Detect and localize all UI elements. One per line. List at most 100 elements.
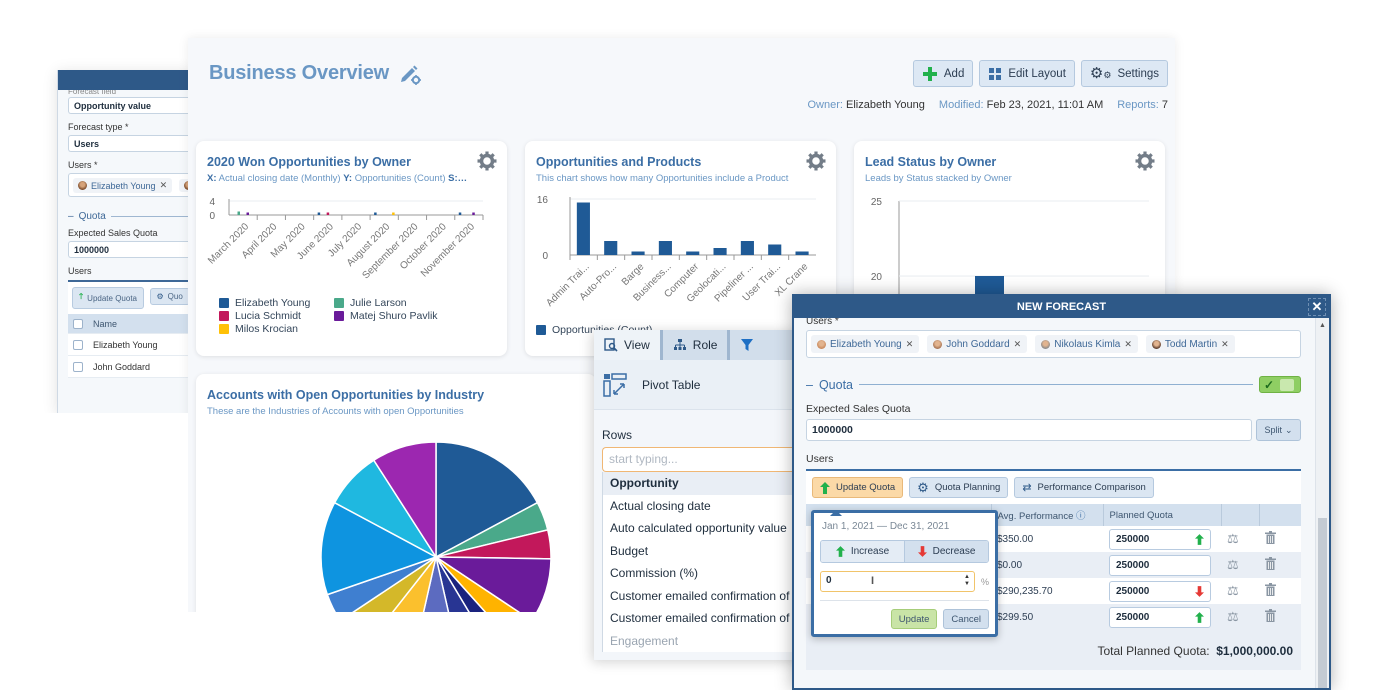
quota-planning-button[interactable]: ⚙ Quota Planning <box>909 477 1009 498</box>
update-button[interactable]: Update <box>890 609 938 629</box>
scrollbar-thumb[interactable] <box>1318 518 1327 688</box>
remove-icon[interactable]: ✕ <box>1124 339 1132 350</box>
field-list-item[interactable]: Commission (%) <box>603 562 804 585</box>
planned-quota-input[interactable]: 250000 <box>1109 580 1211 602</box>
remove-icon[interactable]: ✕ <box>1221 339 1229 350</box>
gear-icon[interactable] <box>806 151 826 171</box>
decrease-button[interactable]: Decrease <box>904 541 988 562</box>
y-tick-label: 0 <box>209 211 215 222</box>
quota-planning-button[interactable]: ⚙ Quo <box>149 288 190 305</box>
gear-icon[interactable] <box>477 151 497 171</box>
trash-icon[interactable] <box>1265 557 1276 570</box>
name-column-header[interactable]: Name <box>93 319 117 329</box>
bar[interactable] <box>246 212 250 216</box>
collapse-icon[interactable]: – <box>806 378 813 392</box>
tab-filter[interactable] <box>730 330 764 360</box>
users-chip-input[interactable]: Elizabeth Young ✕ John Goddard ✕ Nikolaus Ki… <box>806 330 1301 358</box>
field-group-header[interactable]: Opportunity <box>603 472 804 495</box>
rows-search-input[interactable]: start typing... <box>602 447 804 472</box>
field-list-item[interactable]: Actual closing date <box>603 495 804 518</box>
forecast-field-input[interactable]: Opportunity value <box>68 97 197 114</box>
bar[interactable] <box>374 212 377 216</box>
split-dropdown[interactable]: Split ⌄ <box>1256 419 1301 441</box>
balance-scale-icon[interactable]: ⚖ <box>1227 583 1239 598</box>
balance-scale-icon[interactable]: ⚖ <box>1227 557 1239 572</box>
legend-item[interactable]: Julie Larson <box>334 296 469 309</box>
user-chip-label: John Goddard <box>946 338 1010 350</box>
legend-item[interactable]: Milos Krocian <box>219 322 334 335</box>
bar[interactable] <box>686 251 700 256</box>
field-list-item[interactable]: Customer emailed confirmation of <box>603 607 804 630</box>
bar[interactable] <box>326 212 330 216</box>
users-chip-input[interactable]: Elizabeth Young ✕ <box>68 173 197 197</box>
bar[interactable] <box>472 212 475 216</box>
bar[interactable] <box>740 241 754 255</box>
bar[interactable] <box>604 241 618 255</box>
tab-view[interactable]: View <box>594 330 663 360</box>
info-icon[interactable]: ⓘ <box>1076 511 1086 522</box>
balance-scale-icon[interactable]: ⚖ <box>1227 609 1239 624</box>
chart-legend: Elizabeth Young Julie Larson Lucia Schmidt… <box>219 296 469 335</box>
row-checkbox[interactable] <box>73 361 83 372</box>
view-icon <box>604 338 618 352</box>
bar[interactable] <box>458 212 462 216</box>
planned-quota-input[interactable]: 250000 <box>1109 606 1211 628</box>
spinner-icon[interactable]: ▲ ▼ <box>964 574 970 588</box>
table-row[interactable]: Elizabeth Young <box>68 334 197 356</box>
bar[interactable] <box>576 202 590 256</box>
settings-button[interactable]: ⚙⚙ Settings <box>1080 60 1168 87</box>
table-row[interactable]: John Goddard <box>68 356 197 378</box>
field-list-item[interactable]: Customer emailed confirmation of <box>603 585 804 608</box>
edit-settings-icon[interactable] <box>399 63 422 85</box>
user-chip: Nikolaus Kimla ✕ <box>1035 335 1138 353</box>
field-list-item[interactable]: Auto calculated opportunity value <box>603 517 804 540</box>
legend-item[interactable]: Lucia Schmidt <box>219 309 334 322</box>
update-quota-button[interactable]: Update Quota <box>812 477 904 498</box>
bar[interactable] <box>713 248 727 255</box>
planned-quota-input[interactable]: 250000 <box>1109 554 1211 576</box>
quota-toggle[interactable]: ✓ <box>1259 376 1301 393</box>
trash-icon[interactable] <box>1265 531 1276 544</box>
edit-layout-button[interactable]: Edit Layout <box>979 60 1075 87</box>
expected-quota-input[interactable]: 1000000 <box>806 419 1252 441</box>
legend-swatch <box>536 324 546 335</box>
close-button[interactable]: ✕ <box>1308 298 1326 316</box>
add-button[interactable]: Add <box>912 60 974 87</box>
field-list-item[interactable]: Engagement <box>603 630 804 653</box>
planned-quota-column-header[interactable]: Planned Quota <box>1103 504 1222 526</box>
bar[interactable] <box>768 244 782 256</box>
text-cursor-icon: I <box>871 575 875 587</box>
increase-button[interactable]: Increase <box>821 541 904 562</box>
remove-icon[interactable]: ✕ <box>1014 339 1022 350</box>
performance-comparison-button[interactable]: ⇄ Performance Comparison <box>1014 477 1154 498</box>
collapse-icon[interactable]: – <box>68 211 74 222</box>
field-list-item[interactable]: Budget <box>603 540 804 563</box>
bar[interactable] <box>237 211 241 216</box>
legend-item[interactable]: Elizabeth Young <box>219 296 334 309</box>
scroll-up-icon[interactable]: ▲ <box>1319 322 1326 329</box>
gear-icon[interactable] <box>1135 151 1155 171</box>
remove-icon[interactable]: ✕ <box>160 180 168 191</box>
bar[interactable] <box>317 212 321 216</box>
row-checkbox[interactable] <box>73 339 83 350</box>
select-all-checkbox[interactable] <box>73 318 83 329</box>
bar[interactable] <box>392 212 395 216</box>
bar[interactable] <box>795 251 809 256</box>
bar[interactable] <box>658 241 672 255</box>
remove-icon[interactable]: ✕ <box>906 339 914 350</box>
cancel-button[interactable]: Cancel <box>943 609 989 629</box>
dialog-scrollbar[interactable]: ▲ <box>1315 318 1329 688</box>
bar[interactable] <box>631 251 645 256</box>
expected-quota-input[interactable]: 1000000 <box>68 241 197 258</box>
percent-input[interactable]: 0 I ▲ ▼ <box>820 571 975 592</box>
trash-icon[interactable] <box>1265 609 1276 622</box>
balance-scale-icon[interactable]: ⚖ <box>1227 531 1239 546</box>
planned-quota-input[interactable]: 250000 <box>1109 528 1211 550</box>
legend-item[interactable]: Matej Shuro Pavlik <box>334 309 469 322</box>
avg-performance-column-header[interactable]: Avg. Performance ⓘ <box>991 504 1104 526</box>
forecast-field-label: Forecast field <box>68 90 117 96</box>
tab-role[interactable]: Role <box>663 330 731 360</box>
forecast-type-input[interactable]: Users <box>68 135 197 152</box>
update-quota-button[interactable]: 🡑 Update Quota <box>72 287 144 309</box>
trash-icon[interactable] <box>1265 583 1276 596</box>
